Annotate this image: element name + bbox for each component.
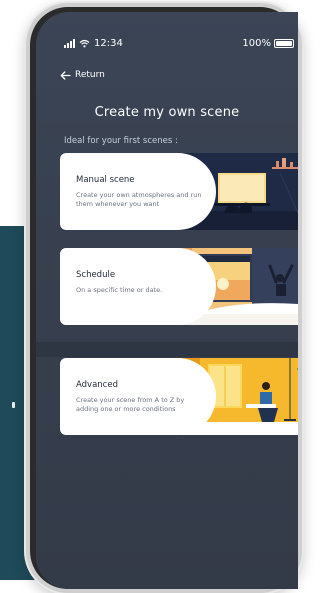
wifi-icon	[79, 39, 90, 48]
advanced-title: Advanced	[76, 380, 118, 390]
page-subtitle: Ideal for your first scenes :	[64, 136, 178, 146]
section-divider	[36, 342, 298, 357]
advanced-panel: Advanced Create your scene from A to Z b…	[60, 358, 216, 435]
phone-bezel: 12:34 100% Return Create my own scene Id…	[30, 7, 298, 589]
battery-percent: 100%	[242, 38, 271, 49]
manual-scene-panel: Manual scene Create your own atmospheres…	[60, 153, 216, 230]
schedule-card[interactable]: Schedule On a specific time or date.	[60, 248, 298, 325]
return-button[interactable]: Return	[60, 70, 105, 80]
advanced-description: Create your scene from A to Z by adding …	[76, 396, 185, 413]
schedule-title: Schedule	[76, 270, 116, 280]
schedule-panel: Schedule On a specific time or date.	[60, 248, 216, 325]
phone-frame: 12:34 100% Return Create my own scene Id…	[26, 3, 302, 593]
arrow-left-icon	[60, 70, 71, 80]
page-title: Create my own scene	[94, 105, 240, 120]
schedule-description: On a specific time or date.	[76, 286, 163, 294]
app-screen: 12:34 100% Return Create my own scene Id…	[36, 12, 298, 589]
signal-icon	[64, 39, 75, 48]
battery-icon	[274, 39, 294, 48]
side-mark	[12, 402, 15, 408]
advanced-card[interactable]: Advanced Create your scene from A to Z b…	[60, 358, 298, 435]
status-time: 12:34	[94, 38, 123, 49]
status-bar: 12:34 100%	[64, 38, 298, 52]
manual-scene-card[interactable]: Manual scene Create your own atmospheres…	[60, 153, 298, 230]
manual-scene-title: Manual scene	[76, 175, 135, 185]
return-label: Return	[75, 70, 105, 80]
manual-scene-description: Create your own atmospheres and run them…	[76, 191, 202, 208]
